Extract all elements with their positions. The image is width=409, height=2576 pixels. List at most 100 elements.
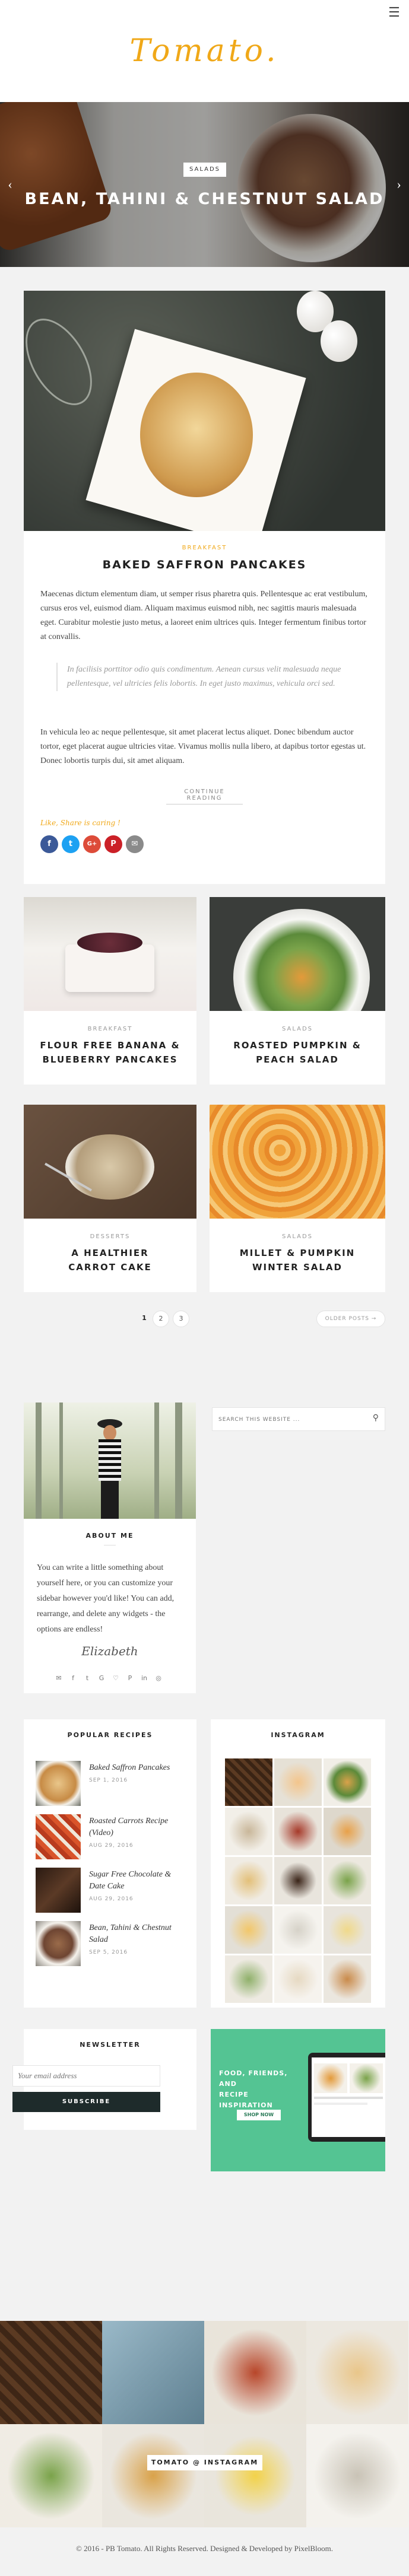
instagram-icon[interactable]: ◎ bbox=[153, 1673, 164, 1684]
featured-post-category[interactable]: BREAKFAST bbox=[24, 545, 385, 551]
bloglovin-icon[interactable]: ♡ bbox=[110, 1673, 121, 1684]
recipe-title[interactable]: Bean, Tahini & Chestnut Salad bbox=[89, 1922, 184, 1946]
page-1-current: 1 bbox=[142, 1314, 147, 1322]
promo-text: FOOD, FRIENDS, AND RECIPE INSPIRATION bbox=[219, 2069, 288, 2109]
copyright-text: © 2016 - PB Tomato. All Rights Reserved.… bbox=[75, 2544, 333, 2553]
recipe-thumbnail[interactable] bbox=[36, 1761, 81, 1806]
instagram-photo[interactable] bbox=[324, 1955, 371, 2003]
post-image[interactable] bbox=[24, 897, 196, 1011]
instagram-photo[interactable] bbox=[324, 1758, 371, 1806]
instagram-photo[interactable] bbox=[225, 1808, 272, 1855]
recipe-title[interactable]: Roasted Carrots Recipe (Video) bbox=[89, 1815, 184, 1839]
post-card[interactable]: SALADS ROASTED PUMPKIN & PEACH SALAD bbox=[210, 897, 385, 1085]
instagram-photo[interactable] bbox=[0, 2424, 102, 2527]
post-image[interactable] bbox=[24, 1105, 196, 1219]
post-category[interactable]: BREAKFAST bbox=[24, 1026, 196, 1032]
post-category[interactable]: DESSERTS bbox=[24, 1233, 196, 1240]
recipe-thumbnail[interactable] bbox=[36, 1921, 81, 1966]
hero-slider[interactable]: ‹ › SALADS BEAN, TAHINI & CHESTNUT SALAD bbox=[0, 102, 409, 267]
featured-post-image[interactable] bbox=[24, 291, 385, 531]
instagram-photo[interactable] bbox=[324, 1906, 371, 1954]
footer-instagram-grid bbox=[0, 2321, 409, 2527]
list-item[interactable]: Sugar Free Chocolate & Date Cake AUG 29,… bbox=[36, 1868, 184, 1915]
instagram-photo[interactable] bbox=[324, 1808, 371, 1855]
post-title[interactable]: FLOUR FREE BANANA & BLUEBERRY PANCAKES bbox=[24, 1038, 196, 1067]
instagram-photo[interactable] bbox=[225, 1758, 272, 1806]
post-title[interactable]: MILLET & PUMPKIN WINTER SALAD bbox=[210, 1246, 385, 1274]
facebook-icon[interactable]: f bbox=[68, 1673, 78, 1684]
recipe-date: AUG 29, 2016 bbox=[89, 1896, 134, 1902]
subscribe-button[interactable]: SUBSCRIBE bbox=[12, 2092, 160, 2112]
site-logo[interactable]: Tomato. bbox=[0, 33, 409, 69]
instagram-photo[interactable] bbox=[225, 1906, 272, 1954]
continue-reading-link[interactable]: CONTINUE READING bbox=[166, 788, 243, 804]
post-image[interactable] bbox=[210, 1105, 385, 1219]
pinterest-icon[interactable]: P bbox=[104, 835, 122, 853]
instagram-photo[interactable] bbox=[102, 2424, 204, 2527]
post-image[interactable] bbox=[210, 897, 385, 1011]
post-category[interactable]: SALADS bbox=[210, 1233, 385, 1240]
instagram-photo[interactable] bbox=[306, 2424, 408, 2527]
post-card[interactable]: DESSERTS A HEALTHIER CARROT CAKE bbox=[24, 1105, 196, 1292]
post-card[interactable]: SALADS MILLET & PUMPKIN WINTER SALAD bbox=[210, 1105, 385, 1292]
older-posts-button[interactable]: OLDER POSTS → bbox=[316, 1311, 385, 1327]
list-item[interactable]: Bean, Tahini & Chestnut Salad SEP 5, 201… bbox=[36, 1921, 184, 1968]
instagram-photo[interactable] bbox=[0, 2321, 102, 2424]
email-icon[interactable]: ✉ bbox=[53, 1673, 64, 1684]
recipe-date: AUG 29, 2016 bbox=[89, 1843, 134, 1849]
recipe-title[interactable]: Sugar Free Chocolate & Date Cake bbox=[89, 1869, 184, 1893]
search-input[interactable] bbox=[218, 1414, 361, 1426]
hamburger-menu-icon[interactable]: ☰ bbox=[384, 4, 404, 21]
twitter-icon[interactable]: t bbox=[82, 1673, 93, 1684]
instagram-photo[interactable] bbox=[274, 1808, 322, 1855]
featured-post: BREAKFAST BAKED SAFFRON PANCAKES Maecena… bbox=[24, 291, 385, 884]
share-label: Like, Share is caring ! bbox=[40, 819, 121, 827]
footer-instagram-label[interactable]: TOMATO @ INSTAGRAM bbox=[147, 2455, 262, 2470]
pinterest-icon[interactable]: P bbox=[125, 1673, 135, 1684]
newsletter-title: NEWSLETTER bbox=[80, 2041, 141, 2049]
featured-post-paragraph: Maecenas dictum elementum diam, ut sempe… bbox=[40, 590, 367, 641]
about-text: You can write a little something about y… bbox=[37, 1563, 175, 1634]
page-3-link[interactable]: 3 bbox=[173, 1311, 189, 1327]
featured-post-title[interactable]: BAKED SAFFRON PANCAKES bbox=[24, 556, 385, 573]
about-title: ABOUT ME bbox=[85, 1532, 134, 1540]
google-plus-icon[interactable]: G bbox=[96, 1673, 107, 1684]
linkedin-icon[interactable]: in bbox=[139, 1673, 150, 1684]
instagram-photo[interactable] bbox=[274, 1758, 322, 1806]
page-2-link[interactable]: 2 bbox=[153, 1311, 169, 1327]
recipe-thumbnail[interactable] bbox=[36, 1868, 81, 1913]
instagram-photo[interactable] bbox=[204, 2321, 306, 2424]
instagram-photo[interactable] bbox=[102, 2321, 204, 2424]
recipe-thumbnail[interactable] bbox=[36, 1814, 81, 1859]
newsletter-email-input[interactable] bbox=[12, 2065, 160, 2087]
list-item[interactable]: Baked Saffron Pancakes SEP 1, 2016 bbox=[36, 1761, 184, 1808]
search-icon[interactable]: ⚲ bbox=[373, 1413, 379, 1423]
instagram-photo[interactable] bbox=[324, 1857, 371, 1904]
promo-banner[interactable]: FOOD, FRIENDS, AND RECIPE INSPIRATION SH… bbox=[211, 2029, 385, 2171]
post-card[interactable]: BREAKFAST FLOUR FREE BANANA & BLUEBERRY … bbox=[24, 897, 196, 1085]
instagram-photo[interactable] bbox=[274, 1906, 322, 1954]
recipe-title[interactable]: Baked Saffron Pancakes bbox=[89, 1762, 184, 1774]
about-signature: Elizabeth bbox=[81, 1644, 138, 1658]
facebook-icon[interactable]: f bbox=[40, 835, 58, 853]
instagram-photo[interactable] bbox=[274, 1857, 322, 1904]
site-footer: © 2016 - PB Tomato. All Rights Reserved.… bbox=[0, 2527, 409, 2576]
hero-title[interactable]: BEAN, TAHINI & CHESTNUT SALAD bbox=[0, 190, 409, 208]
instagram-photo[interactable] bbox=[225, 1857, 272, 1904]
hero-category-tag[interactable]: SALADS bbox=[183, 163, 226, 177]
instagram-title: INSTAGRAM bbox=[271, 1731, 325, 1739]
post-category[interactable]: SALADS bbox=[210, 1026, 385, 1032]
instagram-photo[interactable] bbox=[225, 1955, 272, 2003]
instagram-photo[interactable] bbox=[306, 2321, 408, 2424]
list-item[interactable]: Roasted Carrots Recipe (Video) AUG 29, 2… bbox=[36, 1814, 184, 1862]
google-plus-icon[interactable]: G+ bbox=[83, 835, 101, 853]
post-title[interactable]: A HEALTHIER CARROT CAKE bbox=[24, 1246, 196, 1274]
featured-post-quote: In facilisis porttitor odio quis condime… bbox=[56, 663, 368, 691]
instagram-widget: INSTAGRAM bbox=[211, 1719, 385, 2008]
twitter-icon[interactable]: t bbox=[62, 835, 80, 853]
post-title[interactable]: ROASTED PUMPKIN & PEACH SALAD bbox=[210, 1038, 385, 1067]
promo-shop-button[interactable]: SHOP NOW bbox=[237, 2110, 281, 2120]
email-icon[interactable]: ✉ bbox=[126, 835, 144, 853]
instagram-photo[interactable] bbox=[274, 1955, 322, 2003]
instagram-photo[interactable] bbox=[204, 2424, 306, 2527]
